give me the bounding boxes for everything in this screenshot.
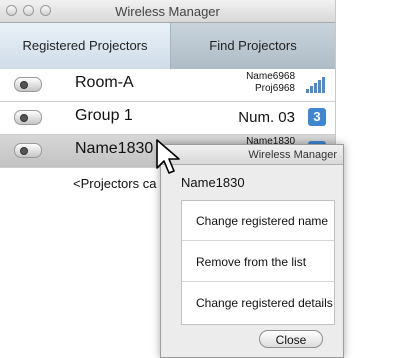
window-title: Wireless Manager (115, 4, 220, 19)
status-message: <Projectors ca (73, 176, 157, 191)
projector-info: Name6968 Proj6968 (246, 71, 295, 95)
group-number: Num. 03 (238, 109, 295, 126)
projector-name: Room-A (75, 74, 134, 91)
signal-strength-icon (306, 77, 326, 93)
popup-projector-name: Name1830 (181, 175, 245, 190)
title-bar: Wireless Manager (0, 0, 335, 23)
popup-title: Wireless Manager (161, 145, 343, 165)
projector-group-icon (14, 110, 42, 125)
mouse-cursor-icon (156, 139, 180, 174)
list-item-room-a[interactable]: Room-A Name6968 Proj6968 (0, 69, 335, 102)
tab-find-projectors[interactable]: Find Projectors (171, 23, 335, 69)
count-badge: 3 (308, 108, 326, 126)
projector-icon (14, 143, 42, 158)
popup-menu: Change registered name Remove from the l… (181, 200, 335, 325)
projector-name: Name1830 (75, 140, 154, 157)
tab-registered-projectors[interactable]: Registered Projectors (0, 23, 171, 69)
tab-bar: Registered Projectors Find Projectors (0, 23, 335, 69)
projector-info-line2: Proj6968 (254, 83, 295, 94)
projector-icon (14, 77, 42, 92)
projector-name: Group 1 (75, 107, 133, 124)
menu-item-change-name[interactable]: Change registered name (182, 201, 334, 241)
close-button[interactable]: Close (259, 330, 323, 348)
context-popup: Wireless Manager Name1830 Change registe… (160, 144, 344, 358)
projector-info-line1: Name6968 (246, 71, 295, 82)
list-item-group-1[interactable]: Group 1 Num. 03 3 (0, 102, 335, 135)
menu-item-change-details[interactable]: Change registered details (182, 283, 334, 323)
menu-item-remove[interactable]: Remove from the list (182, 242, 334, 282)
